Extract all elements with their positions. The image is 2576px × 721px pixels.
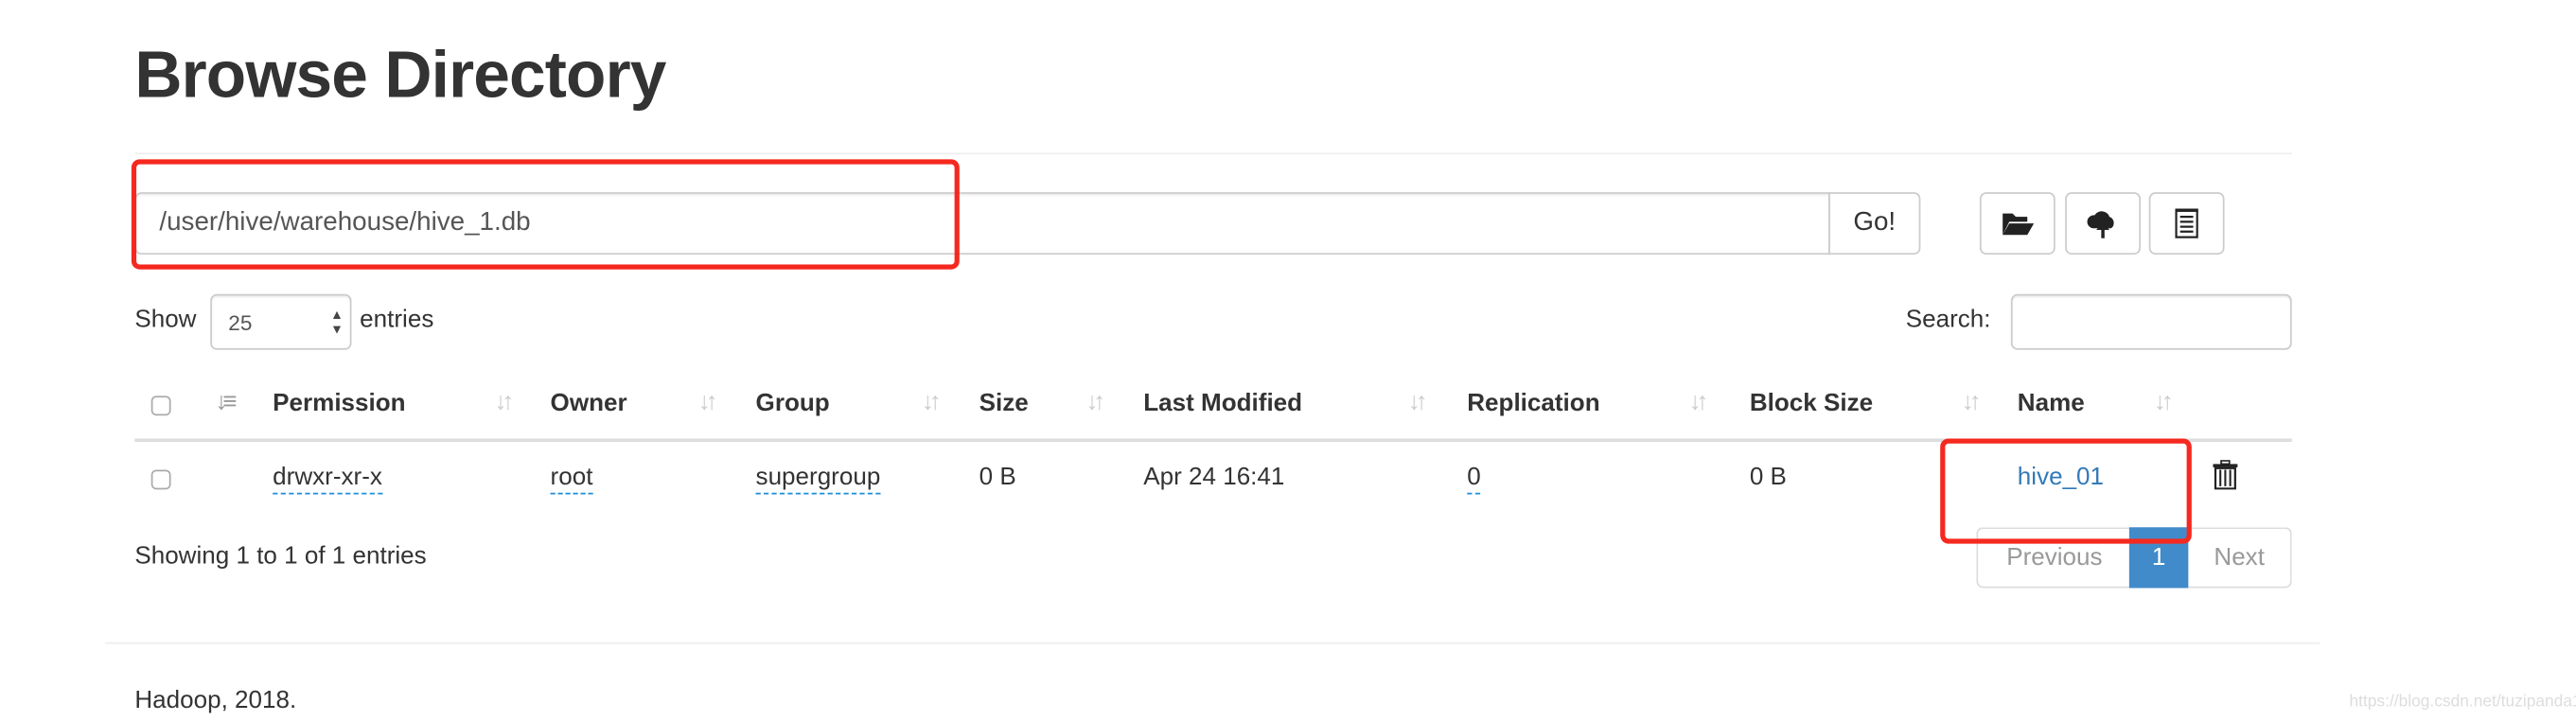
column-header-block-size[interactable]: Block Size bbox=[1750, 389, 1873, 417]
search-label: Search: bbox=[1905, 305, 1991, 334]
list-icon bbox=[2175, 208, 2198, 238]
sort-icon[interactable]: ↓↑ bbox=[2154, 388, 2174, 416]
footer-text: Hadoop, 2018. bbox=[134, 686, 297, 715]
sort-icon[interactable]: ↓↑ bbox=[1689, 388, 1709, 416]
replication-cell[interactable]: 0 bbox=[1467, 464, 1481, 495]
entries-label: entries bbox=[360, 305, 434, 334]
sort-icon[interactable]: ↓↑ bbox=[495, 388, 515, 416]
search-input[interactable] bbox=[2010, 293, 2292, 350]
block-size-cell: 0 B bbox=[1749, 463, 1787, 492]
sort-asc-icon[interactable]: ↓≡ bbox=[215, 388, 237, 416]
column-header-group[interactable]: Group bbox=[756, 389, 830, 417]
column-header-last-modified[interactable]: Last Modified bbox=[1143, 389, 1302, 417]
page-title: Browse Directory bbox=[134, 39, 666, 113]
owner-cell[interactable]: root bbox=[550, 464, 593, 495]
table-info: Showing 1 to 1 of 1 entries bbox=[134, 541, 427, 571]
trash-icon[interactable] bbox=[2213, 460, 2238, 490]
updown-icon: ▲ ▼ bbox=[330, 307, 344, 337]
divider bbox=[134, 152, 2292, 155]
page: Browse Directory /user/hive/warehouse/hi… bbox=[0, 0, 2576, 721]
column-header-owner[interactable]: Owner bbox=[551, 389, 627, 417]
highlight-box bbox=[131, 159, 960, 270]
upload-button[interactable] bbox=[2065, 192, 2142, 255]
cloud-upload-icon bbox=[2087, 211, 2114, 238]
watermark: https://blog.csdn.net/tuzipanda11 bbox=[2349, 693, 2576, 712]
column-header-name[interactable]: Name bbox=[2018, 389, 2085, 417]
show-label: Show bbox=[134, 305, 197, 334]
sort-icon[interactable]: ↓↑ bbox=[922, 388, 942, 416]
select-all-checkbox[interactable] bbox=[150, 396, 171, 416]
column-header-replication[interactable]: Replication bbox=[1467, 389, 1599, 417]
column-header-size[interactable]: Size bbox=[979, 389, 1029, 417]
group-cell[interactable]: supergroup bbox=[755, 464, 881, 495]
cut-paste-button[interactable] bbox=[2148, 192, 2225, 255]
go-button[interactable]: Go! bbox=[1828, 192, 1921, 255]
size-cell: 0 B bbox=[979, 463, 1016, 492]
sort-icon[interactable]: ↓↑ bbox=[1962, 388, 1982, 416]
footer-divider bbox=[105, 642, 2320, 644]
sort-icon[interactable]: ↓↑ bbox=[698, 388, 718, 416]
sort-icon[interactable]: ↓↑ bbox=[1408, 388, 1428, 416]
entries-select-value: 25 bbox=[228, 310, 253, 336]
folder-open-icon bbox=[2003, 213, 2035, 236]
permission-cell[interactable]: drwxr-xr-x bbox=[273, 464, 382, 495]
sort-icon[interactable]: ↓↑ bbox=[1085, 388, 1105, 416]
row-checkbox[interactable] bbox=[150, 469, 171, 490]
create-directory-button[interactable] bbox=[1979, 192, 2056, 255]
highlight-box bbox=[1940, 438, 2192, 544]
entries-select[interactable]: 25 ▲ ▼ bbox=[210, 293, 352, 350]
column-header-permission[interactable]: Permission bbox=[273, 389, 405, 417]
last-modified-cell: Apr 24 16:41 bbox=[1143, 463, 1285, 492]
next-button[interactable]: Next bbox=[2188, 527, 2292, 589]
